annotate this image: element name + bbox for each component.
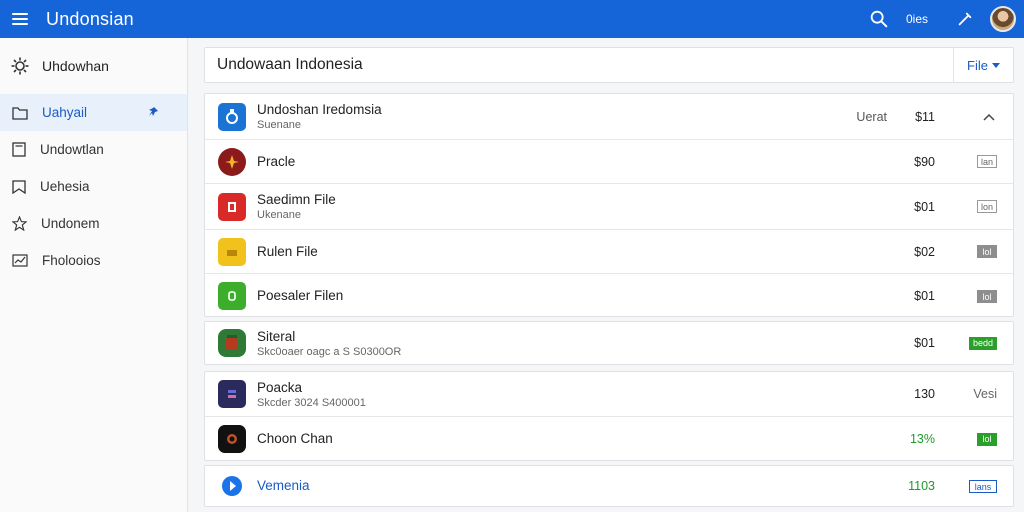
app-icon-red <box>218 192 246 221</box>
sidebar-item-label: Undowtlan <box>40 142 104 157</box>
row-value: 130 <box>914 387 935 401</box>
row-name: Undoshan Iredomsia <box>257 102 382 117</box>
app-icon-jar <box>218 329 246 357</box>
app-title: Undonsian <box>46 8 134 29</box>
row-action-badge[interactable]: bedd <box>969 336 997 350</box>
sidebar-item-5[interactable]: Fholooios <box>0 242 187 279</box>
row-action-badge[interactable]: lol <box>977 245 997 258</box>
star-icon <box>12 216 27 231</box>
app-icon-green <box>218 282 246 310</box>
list-item[interactable]: Pracle $90 lan <box>205 140 1013 184</box>
row-name: Poesaler Filen <box>257 288 344 303</box>
app-icon-yellow <box>218 237 246 266</box>
list-item[interactable]: Rulen File $02 lol <box>205 230 1013 274</box>
row-action-text[interactable]: Vesi <box>973 387 997 401</box>
row-value: $01 <box>914 289 935 303</box>
top-actions: 0ies <box>868 0 1024 38</box>
chart-icon <box>12 254 28 267</box>
sidebar-item-3[interactable]: Uehesia <box>0 168 187 205</box>
file-button[interactable]: File <box>953 48 1013 82</box>
row-value: $01 <box>914 199 935 214</box>
row-name: Choon Chan <box>257 431 333 446</box>
row-value: 13% <box>909 432 935 446</box>
title-bar: Undowaan Indonesia File <box>204 47 1014 83</box>
row-name: Poacka <box>257 379 303 395</box>
chevron-up-icon[interactable] <box>983 113 995 121</box>
sidebar-item-label: Fholooios <box>42 253 101 268</box>
gear-icon <box>11 57 29 75</box>
sidebar-item-label: Uehesia <box>40 179 90 194</box>
row-extra: Uerat <box>856 109 887 124</box>
row-name: Siteral <box>257 328 296 344</box>
list-item[interactable]: Poesaler Filen $01 lol <box>205 274 1013 318</box>
file-list-group-1: Undoshan Iredomsia Suenane Uerat $11 Pra… <box>204 93 1014 317</box>
document-icon <box>12 142 26 157</box>
file-list-group-2: Siteral Skc0oaer oagc a S S0300OR $01 be… <box>204 321 1014 365</box>
list-item[interactable]: Poacka Skcder 3024 S400001 130 Vesi <box>205 372 1013 417</box>
file-list-group-3: Poacka Skcder 3024 S400001 130 Vesi Choo… <box>204 371 1014 461</box>
sidebar-header-label: Uhdowhan <box>42 58 109 74</box>
sidebar-item-1[interactable]: Uahyail <box>0 94 187 131</box>
row-value: 1103 <box>908 479 935 493</box>
bookmark-icon <box>12 179 26 194</box>
chevron-down-icon <box>991 62 1000 68</box>
top-status-text: 0ies <box>905 12 928 26</box>
app-icon-red-round <box>218 147 246 176</box>
row-name: Rulen File <box>257 243 318 259</box>
page-title: Undowaan Indonesia <box>217 56 363 73</box>
row-value: $11 <box>915 109 935 124</box>
row-action-badge[interactable]: lol <box>977 432 997 446</box>
list-item[interactable]: Undoshan Iredomsia Suenane Uerat $11 <box>205 94 1013 140</box>
list-item[interactable]: Siteral Skc0oaer oagc a S S0300OR $01 be… <box>205 322 1013 364</box>
row-action-badge[interactable]: lon <box>976 200 997 213</box>
menu-icon[interactable] <box>12 13 28 25</box>
sidebar-item-label: Undonem <box>41 216 100 231</box>
row-value: $90 <box>914 154 935 169</box>
list-item[interactable]: Choon Chan 13% lol <box>205 417 1013 461</box>
sidebar: Uhdowhan Uahyail Undowtlan Uehesia Undon… <box>0 38 188 512</box>
pen-icon[interactable] <box>956 10 974 28</box>
row-value: $01 <box>914 336 935 350</box>
list-item[interactable]: Vemenia 1103 lans <box>205 466 1013 506</box>
row-subtitle: Ukenane <box>257 209 302 221</box>
app-icon-black <box>218 425 246 453</box>
row-name: Saedimn File <box>257 192 336 207</box>
list-item[interactable]: Saedimn File Ukenane $01 lon <box>205 184 1013 230</box>
app-icon-blue <box>218 102 246 131</box>
row-subtitle: Skc0oaer oagc a S S0300OR <box>257 345 402 358</box>
avatar[interactable] <box>990 6 1016 32</box>
app-icon-play <box>218 472 246 500</box>
sidebar-item-2[interactable]: Undowtlan <box>0 131 187 168</box>
sidebar-item-label: Uahyail <box>42 105 88 120</box>
row-action-badge[interactable]: lan <box>976 155 997 168</box>
top-app-bar: Undonsian 0ies <box>0 0 1024 38</box>
row-subtitle: Suenane <box>257 119 302 131</box>
row-action-badge[interactable]: lol <box>977 289 997 303</box>
file-list-group-4: Vemenia 1103 lans <box>204 465 1014 507</box>
sidebar-header[interactable]: Uhdowhan <box>0 38 187 94</box>
row-name: Pracle <box>257 153 296 169</box>
row-subtitle: Skcder 3024 S400001 <box>257 396 366 409</box>
row-value: $02 <box>914 244 935 259</box>
sidebar-item-4[interactable]: Undonem <box>0 205 187 242</box>
app-icon-dark-purple <box>218 380 246 408</box>
row-name: Vemenia <box>257 478 310 493</box>
pin-icon[interactable] <box>147 106 159 118</box>
row-action-badge[interactable]: lans <box>969 479 997 493</box>
folder-icon <box>12 106 28 120</box>
search-icon[interactable] <box>868 8 890 30</box>
